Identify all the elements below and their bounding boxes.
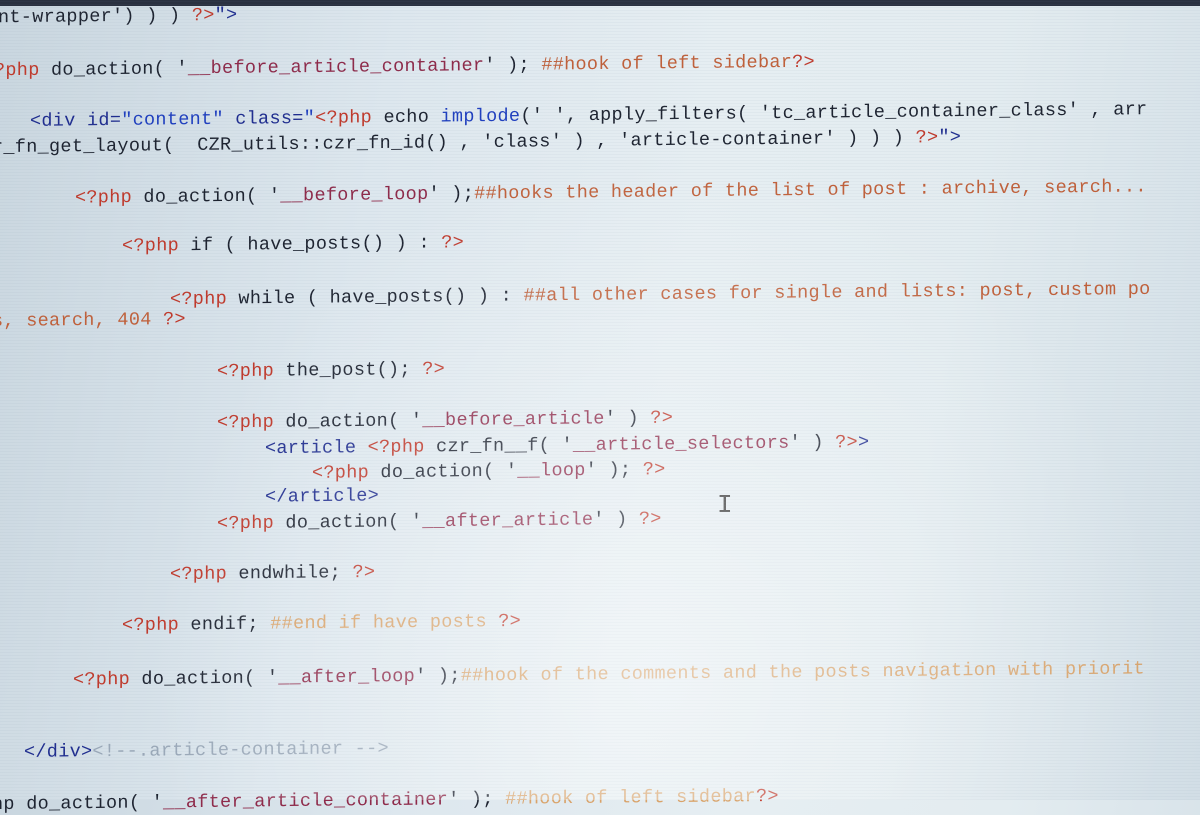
code-line[interactable]: <?php do_action( '__after_article' ) ?> <box>217 509 662 535</box>
code-token: ' ); <box>484 54 542 77</box>
code-token: the_post(); <box>274 359 423 382</box>
code-line[interactable]: <article <?php czr_fn__f( '__article_sel… <box>265 432 869 459</box>
code-token: hp do_action( ' <box>0 792 164 815</box>
code-token: ' ); <box>415 665 461 688</box>
code-token: do_action( ' <box>274 511 423 534</box>
code-token: <?php <box>367 436 425 459</box>
code-token: "> <box>214 4 238 26</box>
code-token: ##all other cases for single and lists: … <box>523 278 1151 307</box>
code-token: <?php <box>217 512 275 535</box>
code-token: do_action( ' <box>274 410 423 433</box>
code-token: endwhile; <box>227 562 353 585</box>
code-token: ?> <box>352 561 376 584</box>
text-cursor-icon: I <box>717 490 733 520</box>
code-token: ?> <box>650 407 674 429</box>
code-token: __before_loop <box>280 183 429 207</box>
code-token: </div> <box>24 741 93 763</box>
code-token: do_action( ' <box>39 58 188 81</box>
code-token: __article_selectors <box>572 432 790 456</box>
code-token: do_action( ' <box>369 460 518 484</box>
code-line[interactable]: <?php if ( have_posts() ) : ?> <box>122 232 464 257</box>
code-token: ' ) <box>604 407 651 430</box>
code-token: if ( have_posts() ) : <box>179 232 442 257</box>
code-line[interactable]: <?php do_action( '__after_loop' );##hook… <box>73 658 1145 690</box>
code-token: __before_article_container <box>187 55 485 80</box>
code-token: <!--.article-container --> <box>92 738 389 763</box>
code-token: ' ) <box>789 432 836 454</box>
code-token: ?> <box>642 459 666 481</box>
code-token: endif; <box>179 613 271 636</box>
code-token: ##end if have posts <box>270 611 499 635</box>
code-token: while ( have_posts() ) : <box>227 285 524 310</box>
code-line[interactable]: s, search, 404 ?> <box>0 309 186 332</box>
code-token: __after_article <box>422 509 594 533</box>
code-token: </article> <box>265 485 380 508</box>
code-token: class= <box>223 107 304 130</box>
code-token: __after_loop <box>278 666 416 689</box>
code-token: implode <box>440 105 521 128</box>
code-token: ?> <box>755 785 779 808</box>
code-token: ?> <box>422 358 446 381</box>
code-token: <?php <box>217 411 275 434</box>
code-line[interactable]: <?php do_action( '__before_article' ) ?> <box>217 408 673 434</box>
code-line[interactable]: <?php do_action( '__before_loop' );##hoo… <box>75 176 1147 208</box>
code-token: <?php <box>170 563 228 586</box>
code-token: <?php <box>75 187 133 209</box>
code-token: __loop <box>517 459 586 482</box>
code-token: "content" <box>121 108 224 131</box>
code-line[interactable]: <?php while ( have_posts() ) : ##all oth… <box>170 279 1151 310</box>
code-token: __after_article_container <box>163 789 449 814</box>
code-token: ##hook of the comments and the posts nav… <box>460 658 1145 687</box>
code-line[interactable]: nt-wrapper') ) ) ?>"> <box>0 5 237 29</box>
code-line[interactable]: <?php the_post(); ?> <box>217 359 445 382</box>
code-token: echo <box>372 106 441 129</box>
code-token: ?> <box>638 508 662 530</box>
code-token: r_fn_get_layout( CZR_utils::czr_fn_id() … <box>0 127 916 159</box>
code-token: ##hook of left sidebar <box>505 786 756 810</box>
code-line[interactable]: </article> <box>265 485 379 507</box>
code-token: <?php <box>170 288 228 311</box>
code-token: ?> <box>441 232 465 254</box>
code-token: ' ); <box>428 183 475 205</box>
code-token: s, search, 404 <box>0 309 164 333</box>
code-token: ?php <box>0 59 40 82</box>
code-token: ?> <box>163 308 186 331</box>
code-token: ?> <box>191 4 215 27</box>
code-token: " <box>303 107 316 129</box>
code-token: <?php <box>122 614 180 637</box>
code-line[interactable]: <div id="content" class="<?php echo impl… <box>30 99 1147 132</box>
code-line[interactable]: </div><!--.article-container --> <box>24 738 389 763</box>
code-token: ' ) <box>593 508 639 531</box>
code-line[interactable]: <?php do_action( '__loop' ); ?> <box>312 459 666 484</box>
code-token: do_action( ' <box>130 667 279 691</box>
code-line[interactable]: <?php endif; ##end if have posts ?> <box>122 611 521 636</box>
code-token: <div id= <box>30 109 122 132</box>
code-token: ?> <box>835 431 858 454</box>
code-line[interactable]: <?php endwhile; ?> <box>170 562 375 585</box>
code-token: <?php <box>217 360 275 383</box>
code-token: ?> <box>498 610 522 633</box>
code-token: > <box>857 431 870 453</box>
code-editor[interactable]: nt-wrapper') ) ) ?>"> ?php do_action( '_… <box>0 0 1200 815</box>
code-token: <?php <box>312 462 370 484</box>
code-line[interactable]: r_fn_get_layout( CZR_utils::czr_fn_id() … <box>0 127 961 158</box>
code-token: czr_fn__f( ' <box>424 434 573 458</box>
code-token: <?php <box>315 107 373 129</box>
code-token: <article <box>265 437 368 460</box>
code-token: "> <box>938 126 962 149</box>
code-token: ##hook of left sidebar <box>541 51 793 76</box>
code-token: ?> <box>792 51 815 73</box>
code-token: ?> <box>915 127 939 149</box>
code-token: do_action( ' <box>132 185 281 209</box>
code-token: ' ); <box>585 459 643 481</box>
code-token: __before_article <box>422 408 605 432</box>
code-token: (' ', apply_filters( 'tc_article_contain… <box>520 99 1148 127</box>
code-line[interactable]: ?php do_action( '__before_article_contai… <box>0 52 815 82</box>
code-line[interactable]: hp do_action( '__after_article_container… <box>0 786 779 815</box>
code-token: <?php <box>73 669 131 691</box>
code-token: ##hooks the header of the list of post :… <box>474 176 1147 205</box>
code-token: nt-wrapper') ) ) <box>0 5 192 29</box>
code-token: <?php <box>122 235 180 257</box>
